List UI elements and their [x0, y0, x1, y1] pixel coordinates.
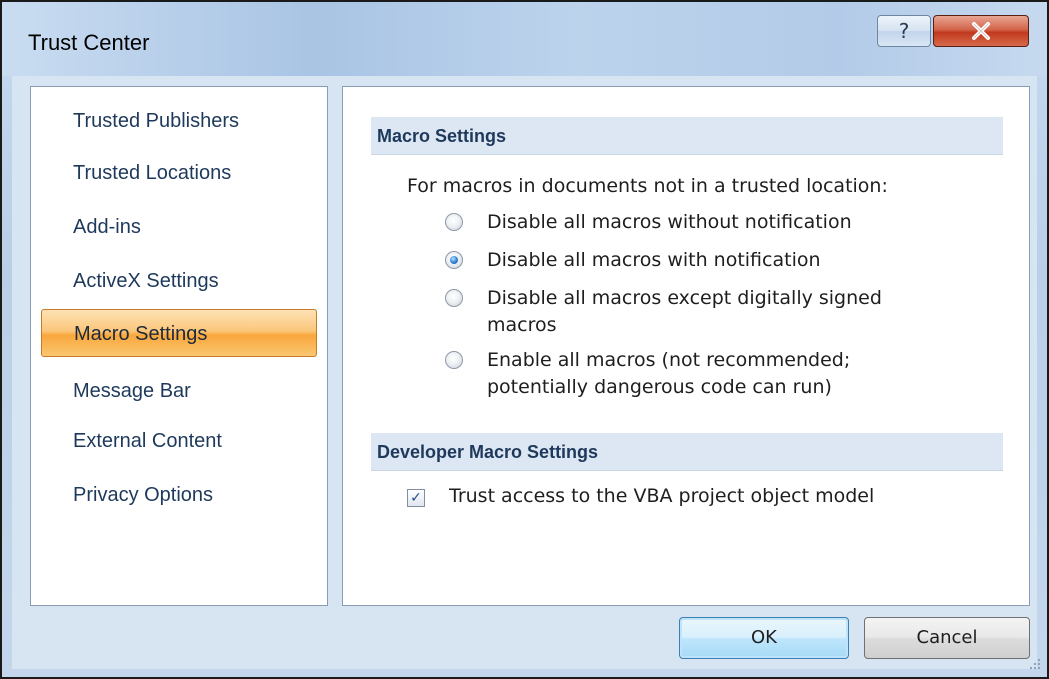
- nav-item-add-ins[interactable]: Add-ins: [41, 203, 317, 251]
- radio-button[interactable]: [445, 289, 463, 307]
- cancel-button[interactable]: Cancel: [864, 617, 1030, 659]
- resize-grip-icon[interactable]: [1028, 657, 1042, 671]
- radio-button[interactable]: [445, 213, 463, 231]
- help-icon: ?: [899, 20, 910, 42]
- nav-item-macro-settings[interactable]: Macro Settings: [41, 309, 317, 357]
- radio-label-line1: Enable all macros (not recommended;: [487, 349, 851, 371]
- nav-item-activex-settings[interactable]: ActiveX Settings: [41, 257, 317, 305]
- radio-button-selected[interactable]: [445, 251, 463, 269]
- close-icon: [972, 22, 990, 40]
- ok-button[interactable]: OK: [679, 617, 849, 659]
- help-button[interactable]: ?: [877, 15, 931, 47]
- radio-label-line1: Disable all macros except digitally sign…: [487, 287, 882, 309]
- radio-label: Disable all macros without notification: [487, 211, 852, 233]
- radio-button[interactable]: [445, 351, 463, 369]
- content-panel: Macro Settings For macros in documents n…: [342, 86, 1030, 606]
- nav-item-trusted-locations[interactable]: Trusted Locations: [41, 149, 317, 197]
- macro-intro-text: For macros in documents not in a trusted…: [407, 175, 888, 197]
- nav-item-message-bar[interactable]: Message Bar: [41, 367, 317, 415]
- vba-trust-checkbox-label[interactable]: Trust access to the VBA project object m…: [449, 485, 874, 507]
- developer-macro-settings-header: Developer Macro Settings: [371, 433, 1003, 471]
- radio-label-line2: macros: [487, 314, 557, 336]
- radio-label-line2: potentially dangerous code can run): [487, 376, 832, 398]
- svg-text:?: ?: [899, 20, 910, 42]
- nav-item-privacy-options[interactable]: Privacy Options: [41, 471, 317, 519]
- title-bar[interactable]: Trust Center ?: [2, 2, 1047, 76]
- nav-panel: Trusted Publishers Trusted Locations Add…: [30, 86, 328, 606]
- macro-settings-header: Macro Settings: [371, 117, 1003, 155]
- close-button[interactable]: [933, 15, 1029, 47]
- radio-label: Enable all macros (not recommended; pote…: [487, 347, 987, 401]
- radio-label: Disable all macros with notification: [487, 249, 821, 271]
- vba-trust-checkbox[interactable]: ✓: [407, 489, 425, 507]
- trust-center-dialog: Trust Center ? Trusted Publishers Truste…: [0, 0, 1049, 679]
- radio-label: Disable all macros except digitally sign…: [487, 285, 987, 339]
- nav-item-trusted-publishers[interactable]: Trusted Publishers: [41, 97, 317, 145]
- nav-item-external-content[interactable]: External Content: [41, 417, 317, 465]
- dialog-title: Trust Center: [28, 30, 150, 55]
